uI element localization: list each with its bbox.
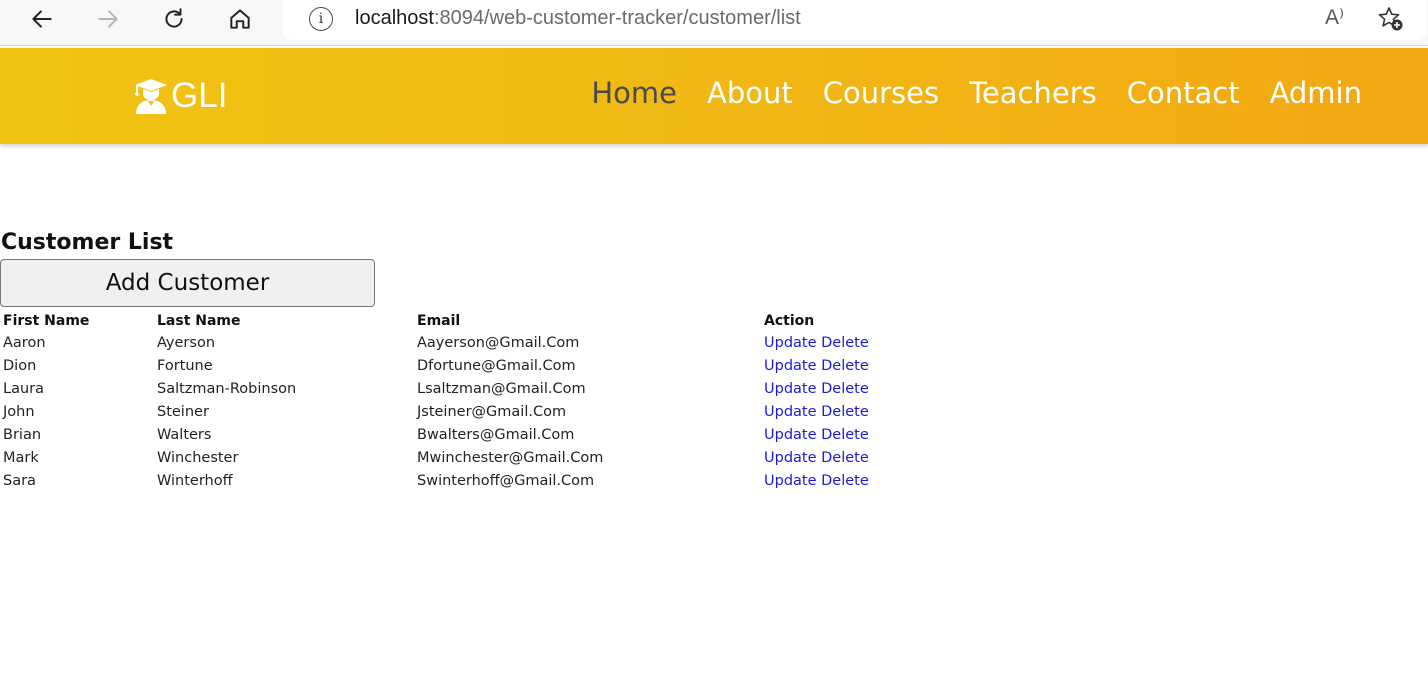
last-name-cell: Winchester (157, 449, 239, 466)
action-cell: Update Delete (761, 377, 961, 400)
delete-link[interactable]: Delete (821, 473, 869, 489)
first-name-cell: Mark (3, 449, 39, 466)
nav-admin[interactable]: Admin (1270, 76, 1362, 110)
first-name-cell: Aaron (3, 334, 46, 351)
first-name-cell: Brian (3, 426, 42, 443)
last-name-cell: Ayerson (157, 334, 216, 351)
update-link[interactable]: Update (764, 450, 817, 466)
action-cell: Update Delete (761, 446, 961, 469)
table-header-row: First Name Last Name Email Action (0, 310, 961, 331)
logo-text: GLI (171, 76, 228, 115)
delete-link[interactable]: Delete (821, 427, 869, 443)
url-host: localhost (355, 7, 434, 29)
email-cell: Lsaltzman@Gmail.Com (417, 380, 586, 397)
refresh-icon[interactable] (156, 2, 192, 36)
url-text[interactable]: localhost:8094/web-customer-tracker/cust… (355, 7, 801, 30)
site-header: GLI Home About Courses Teachers Contact … (0, 48, 1428, 144)
nav-contact[interactable]: Contact (1127, 76, 1240, 110)
action-cell: Update Delete (761, 331, 961, 354)
back-arrow-icon[interactable] (24, 2, 60, 36)
action-cell: Update Delete (761, 400, 961, 423)
delete-link[interactable]: Delete (821, 450, 869, 466)
last-name-cell: Saltzman-Robinson (157, 380, 297, 397)
table-row: Brian Walters Bwalters@Gmail.Com Update Del… (0, 423, 961, 446)
first-name-cell: Dion (3, 357, 37, 374)
read-aloud-icon[interactable]: A⁾ (1325, 5, 1344, 30)
action-cell: Update Delete (761, 469, 961, 492)
first-name-cell: John (3, 403, 35, 420)
update-link[interactable]: Update (764, 335, 817, 351)
table-row: Sara Winterhoff Swinterhoff@Gmail.Com Updat… (0, 469, 961, 492)
action-cell: Update Delete (761, 423, 961, 446)
email-cell: Swinterhoff@Gmail.Com (417, 472, 595, 489)
email-cell: Aayerson@Gmail.Com (417, 334, 580, 351)
forward-arrow-icon[interactable] (90, 2, 126, 36)
nav-teachers[interactable]: Teachers (969, 76, 1097, 110)
update-link[interactable]: Update (764, 358, 817, 374)
main-nav: Home About Courses Teachers Contact Admi… (591, 76, 1362, 110)
home-icon[interactable] (222, 2, 258, 36)
delete-link[interactable]: Delete (821, 404, 869, 420)
delete-link[interactable]: Delete (821, 381, 869, 397)
column-header-email: Email (417, 312, 461, 329)
info-icon[interactable]: i (309, 7, 333, 31)
nav-home[interactable]: Home (591, 76, 677, 110)
table-row: John Steiner Jsteiner@Gmail.Com Update Dele… (0, 400, 961, 423)
email-cell: Jsteiner@Gmail.Com (417, 403, 567, 420)
nav-courses[interactable]: Courses (823, 76, 939, 110)
update-link[interactable]: Update (764, 404, 817, 420)
page-title: Customer List (1, 230, 174, 255)
last-name-cell: Steiner (157, 403, 209, 420)
table-row: Laura Saltzman-Robinson Lsaltzman@Gmail.Co… (0, 377, 961, 400)
email-cell: Bwalters@Gmail.Com (417, 426, 575, 443)
add-customer-button[interactable]: Add Customer (0, 259, 375, 307)
logo[interactable]: GLI (133, 76, 227, 116)
delete-link[interactable]: Delete (821, 358, 869, 374)
browser-toolbar: i localhost:8094/web-customer-tracker/cu… (0, 0, 1428, 46)
table-row: Aaron Ayerson Aayerson@Gmail.Com Update Del… (0, 331, 961, 354)
delete-link[interactable]: Delete (821, 335, 869, 351)
table-row: Mark Winchester Mwinchester@Gmail.Com Updat… (0, 446, 961, 469)
column-header-last-name: Last Name (157, 312, 241, 329)
update-link[interactable]: Update (764, 427, 817, 443)
table-row: Dion Fortune Dfortune@Gmail.Com Update Dele… (0, 354, 961, 377)
column-header-action: Action (764, 312, 815, 329)
action-cell: Update Delete (761, 354, 961, 377)
address-bar[interactable]: i localhost:8094/web-customer-tracker/cu… (283, 0, 1426, 40)
first-name-cell: Sara (3, 472, 36, 489)
update-link[interactable]: Update (764, 381, 817, 397)
last-name-cell: Winterhoff (157, 472, 233, 489)
first-name-cell: Laura (3, 380, 45, 397)
url-path: :8094/web-customer-tracker/customer/list (433, 7, 801, 29)
add-favorite-icon[interactable] (1376, 4, 1406, 34)
graduate-icon (135, 79, 167, 114)
customer-table: First Name Last Name Email Action Aaron A… (0, 310, 961, 492)
email-cell: Dfortune@Gmail.Com (417, 357, 576, 374)
last-name-cell: Fortune (157, 357, 213, 374)
last-name-cell: Walters (157, 426, 212, 443)
column-header-first-name: First Name (3, 312, 90, 329)
email-cell: Mwinchester@Gmail.Com (417, 449, 604, 466)
update-link[interactable]: Update (764, 473, 817, 489)
nav-about[interactable]: About (707, 76, 793, 110)
